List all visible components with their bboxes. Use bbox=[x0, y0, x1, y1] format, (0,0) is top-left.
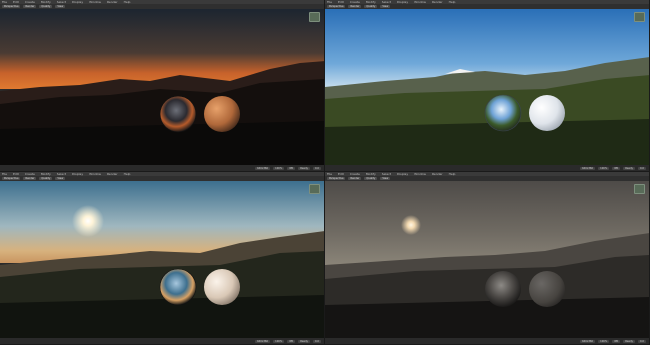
quality-button[interactable]: Quality bbox=[39, 5, 53, 8]
exposure-readout[interactable]: 0.0 bbox=[313, 339, 321, 343]
viewport-dusk[interactable]: File Edit Create Modify Select Display W… bbox=[0, 0, 325, 172]
landscape-render bbox=[0, 181, 324, 339]
status-info: Ready bbox=[623, 166, 636, 170]
status-bar: 640x360 100% IPR Ready 0.0 bbox=[325, 338, 649, 344]
quality-button[interactable]: Quality bbox=[39, 177, 53, 180]
zoom-readout[interactable]: 100% bbox=[598, 339, 610, 343]
zoom-readout[interactable]: 100% bbox=[273, 339, 285, 343]
mode-readout[interactable]: IPR bbox=[287, 339, 296, 343]
render-button[interactable]: Render bbox=[23, 177, 37, 180]
status-bar: 640x360 100% IPR Ready 0.0 bbox=[325, 165, 649, 171]
mode-readout[interactable]: IPR bbox=[612, 166, 621, 170]
view-button[interactable]: View bbox=[380, 5, 391, 8]
exposure-readout[interactable]: 0.0 bbox=[638, 166, 646, 170]
view-button[interactable]: View bbox=[380, 177, 391, 180]
zoom-readout[interactable]: 100% bbox=[598, 166, 610, 170]
resolution-readout: 640x360 bbox=[255, 339, 271, 343]
viewport-haze[interactable]: File Edit Create Modify Select Display W… bbox=[325, 172, 650, 345]
exposure-readout[interactable]: 0.0 bbox=[638, 339, 646, 343]
render-button[interactable]: Render bbox=[23, 5, 37, 8]
viewport-settings-icon[interactable] bbox=[634, 184, 645, 194]
exposure-readout[interactable]: 0.0 bbox=[313, 166, 321, 170]
camera-selector[interactable]: Perspective bbox=[2, 5, 21, 8]
status-info: Ready bbox=[298, 166, 311, 170]
view-button[interactable]: View bbox=[55, 5, 66, 8]
status-info: Ready bbox=[298, 339, 311, 343]
landscape-render bbox=[0, 9, 324, 166]
render-view bbox=[0, 9, 324, 166]
camera-selector[interactable]: Perspective bbox=[327, 177, 346, 180]
resolution-readout: 640x360 bbox=[580, 339, 596, 343]
viewport-sunset[interactable]: File Edit Create Modify Select Display W… bbox=[0, 172, 325, 345]
camera-selector[interactable]: Perspective bbox=[2, 177, 21, 180]
render-button[interactable]: Render bbox=[348, 5, 362, 8]
viewport-grid: File Edit Create Modify Select Display W… bbox=[0, 0, 650, 345]
render-view bbox=[325, 9, 649, 166]
mode-readout[interactable]: IPR bbox=[612, 339, 621, 343]
render-view bbox=[325, 181, 649, 339]
resolution-readout: 640x360 bbox=[255, 166, 271, 170]
view-button[interactable]: View bbox=[55, 177, 66, 180]
resolution-readout: 640x360 bbox=[580, 166, 596, 170]
status-bar: 640x360 100% IPR Ready 0.0 bbox=[0, 165, 324, 171]
status-bar: 640x360 100% IPR Ready 0.0 bbox=[0, 338, 324, 344]
landscape-render bbox=[325, 9, 649, 166]
mode-readout[interactable]: IPR bbox=[287, 166, 296, 170]
viewport-settings-icon[interactable] bbox=[309, 184, 320, 194]
render-view bbox=[0, 181, 324, 339]
quality-button[interactable]: Quality bbox=[364, 177, 378, 180]
render-button[interactable]: Render bbox=[348, 177, 362, 180]
viewport-settings-icon[interactable] bbox=[309, 12, 320, 22]
zoom-readout[interactable]: 100% bbox=[273, 166, 285, 170]
landscape-render bbox=[325, 181, 649, 339]
camera-selector[interactable]: Perspective bbox=[327, 5, 346, 8]
quality-button[interactable]: Quality bbox=[364, 5, 378, 8]
viewport-noon[interactable]: File Edit Create Modify Select Display W… bbox=[325, 0, 650, 172]
viewport-settings-icon[interactable] bbox=[634, 12, 645, 22]
status-info: Ready bbox=[623, 339, 636, 343]
